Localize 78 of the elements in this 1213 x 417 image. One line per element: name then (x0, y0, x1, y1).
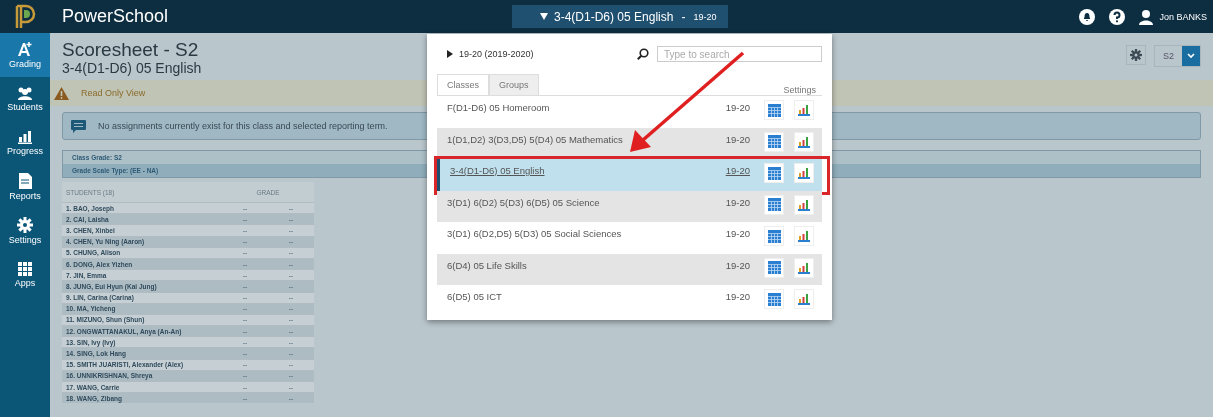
notification-icon[interactable] (1079, 8, 1096, 25)
bar-chart-icon (798, 198, 810, 211)
settings-icon (1130, 49, 1142, 61)
class-row[interactable]: 3(D1) 6(D2,D5) 5(D3) 05 Social Sciences 19-20 (437, 222, 822, 254)
class-row[interactable]: 6(D5) 05 ICT 19-20 (437, 285, 822, 317)
term-label: 19-20 (725, 165, 750, 176)
page-title: Scoresheet - S2 (62, 40, 200, 60)
chart-button[interactable] (794, 257, 814, 278)
caret-icon (540, 13, 548, 20)
term-select[interactable]: S2 (1154, 45, 1201, 67)
scoresheet-button[interactable] (764, 194, 784, 215)
sidebar-item[interactable]: Students (0, 77, 50, 121)
apps-grid-icon (18, 262, 32, 276)
chart-button[interactable] (794, 226, 814, 246)
bar-chart-icon (798, 261, 810, 274)
term-label: 19-20 (725, 228, 750, 239)
term-label: 19-20 (725, 259, 750, 271)
grid-icon (767, 229, 781, 243)
app-name: PowerSchool (62, 6, 170, 27)
term-label: 19-20 (725, 291, 750, 302)
bar-chart-icon (798, 230, 810, 242)
chart-button[interactable] (794, 289, 814, 309)
sidebar-item[interactable]: Progress (0, 121, 50, 165)
scoresheet-button[interactable] (764, 226, 784, 246)
class-name: 3-4(D1-D6) 05 English (62, 60, 202, 76)
sidebar-item[interactable]: Apps (0, 253, 50, 297)
chart-button[interactable] (794, 131, 814, 152)
alert-text: Read Only View (81, 88, 146, 98)
grid-icon (767, 135, 781, 148)
document-icon (18, 173, 32, 189)
warning-icon (54, 86, 69, 100)
scoresheet-button[interactable] (764, 289, 784, 309)
term-label: 19-20 (725, 133, 750, 145)
class-row[interactable]: 6(D4) 05 Life Skills 19-20 (437, 253, 822, 285)
chevron-down-icon (1187, 53, 1195, 59)
scoresheet-button[interactable] (764, 131, 784, 152)
speech-bubble-icon (71, 119, 86, 133)
scoresheet-button[interactable] (764, 257, 784, 278)
sidebar-item[interactable]: Grading (0, 33, 50, 77)
help-icon[interactable] (1109, 8, 1126, 25)
search-icon (637, 48, 649, 60)
grid-icon (767, 198, 781, 211)
term-label: 19-20 (725, 196, 750, 208)
a-plus-icon (17, 41, 33, 57)
bar-chart-icon (798, 135, 810, 148)
year-selector[interactable]: 19-20 (2019-2020) (447, 49, 623, 59)
logo-icon (14, 3, 36, 30)
grid-icon (767, 103, 781, 117)
tab[interactable]: Groups (489, 74, 539, 95)
chart-button[interactable] (794, 163, 814, 183)
bar-chart-icon (18, 130, 32, 144)
bar-chart-icon (798, 293, 810, 305)
grid-icon (767, 166, 781, 180)
user-icon[interactable] (1139, 8, 1154, 25)
caret-icon (447, 50, 453, 58)
scoresheet-button[interactable] (764, 163, 784, 183)
sidebar-item[interactable]: Reports (0, 165, 50, 209)
chart-button[interactable] (794, 194, 814, 215)
settings-label: Settings (783, 85, 816, 95)
term-label: 19-20 (725, 102, 750, 113)
user-name[interactable]: Jon BANKS (1159, 11, 1207, 22)
settings-icon (17, 217, 33, 233)
class-row[interactable]: 3(D1) 6(D2) 5(D3) 6(D5) 05 Science 19-20 (437, 190, 822, 222)
notice-text: No assignments currently exist for this class and selected reporting term. (98, 121, 388, 131)
class-row[interactable]: F(D1-D6) 05 Homeroom 19-20 (437, 96, 822, 128)
grid-icon (767, 292, 781, 306)
class-selector[interactable]: 3-4(D1-D6) 05 English - 19-20 (512, 5, 729, 28)
bar-chart-icon (798, 104, 810, 116)
search-field[interactable]: Type to search (657, 46, 822, 62)
scoresheet-button[interactable] (764, 100, 784, 120)
chart-button[interactable] (794, 100, 814, 120)
people-icon (16, 86, 34, 100)
settings-button[interactable] (1126, 45, 1146, 65)
class-row[interactable]: 1(D1,D2) 3(D3,D5) 5(D4) 05 Mathematics 19-20 (437, 127, 822, 159)
bar-chart-icon (798, 167, 810, 179)
tab[interactable]: Classes (437, 74, 489, 95)
grid-icon (767, 261, 781, 274)
sidebar-item[interactable]: Settings (0, 209, 50, 253)
